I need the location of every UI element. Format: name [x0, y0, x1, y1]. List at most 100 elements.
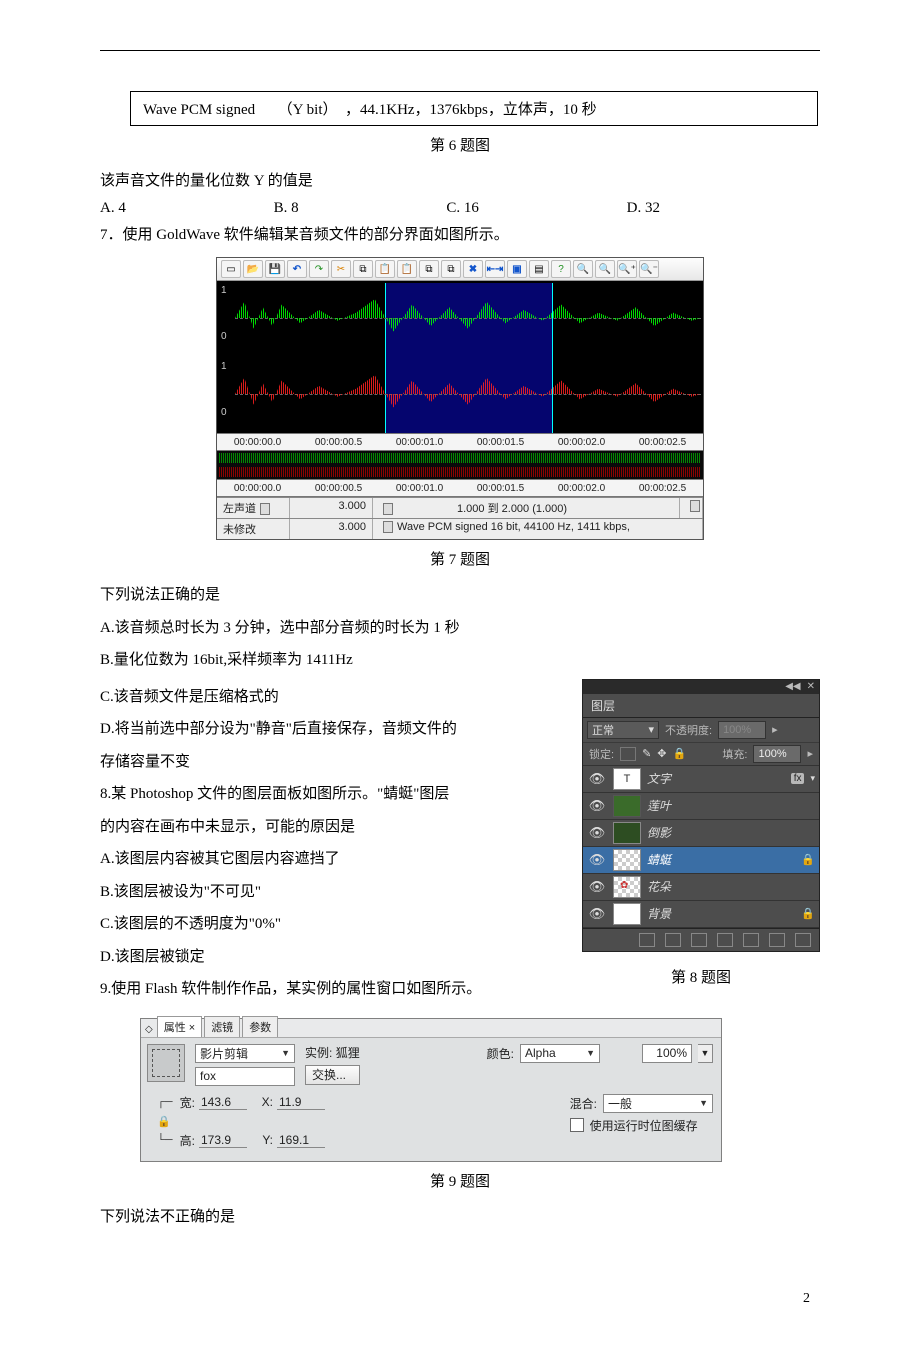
new-file-icon[interactable]: ▭: [221, 260, 241, 278]
fill-dd-icon[interactable]: ▸: [807, 747, 813, 760]
group-icon[interactable]: [743, 933, 759, 947]
panel-collapse-bar[interactable]: ◀◀ ✕: [583, 680, 819, 694]
zoom-out-icon[interactable]: 🔍⁻: [639, 260, 659, 278]
resize-handle-icon[interactable]: [690, 500, 700, 512]
layer-mask-icon[interactable]: [691, 933, 707, 947]
tab-filters[interactable]: 滤镜: [204, 1016, 240, 1037]
cache-bitmap-checkbox[interactable]: [570, 1118, 584, 1132]
visibility-eye-icon[interactable]: 👁: [587, 879, 607, 895]
link-layers-icon[interactable]: [639, 933, 655, 947]
q6-stem: 该声音文件的量化位数 Y 的值是: [100, 167, 820, 196]
replace-icon[interactable]: ⧉: [441, 260, 461, 278]
resize-handle-icon[interactable]: [383, 521, 393, 533]
set-marker-icon[interactable]: ▤: [529, 260, 549, 278]
time-ruler-main: 00:00:00.0 00:00:00.5 00:00:01.0 00:00:0…: [217, 433, 703, 451]
layers-tab[interactable]: 图层: [583, 694, 819, 718]
q7-opt-d-line2: 存储容量不变: [100, 748, 566, 777]
select-all-icon[interactable]: ▣: [507, 260, 527, 278]
copy-icon[interactable]: ⧉: [353, 260, 373, 278]
tab-properties[interactable]: 属性 ×: [157, 1016, 202, 1037]
q9-stem: 下列说法不正确的是: [100, 1203, 820, 1232]
top-rule: [100, 50, 820, 51]
new-layer-icon[interactable]: [769, 933, 785, 947]
layer-flower[interactable]: 👁 花朵: [583, 874, 819, 901]
left-channel: 1 0: [217, 283, 703, 353]
ruler2-t0: 00:00:00.0: [234, 483, 281, 494]
fx-badge[interactable]: fx: [791, 773, 805, 784]
waveform-area[interactable]: 1 0 1 0: [217, 281, 703, 433]
resize-handle-icon[interactable]: [260, 503, 270, 515]
fill-label: 填充:: [722, 746, 747, 762]
paste-new-icon[interactable]: 📋: [397, 260, 417, 278]
redo-icon[interactable]: ↷: [309, 260, 329, 278]
layer-name: 花朵: [647, 878, 815, 895]
q6-opt-a: A. 4: [100, 200, 126, 217]
zoom-1to1-icon[interactable]: 🔍: [573, 260, 593, 278]
blend-mode-select[interactable]: 一般▼: [603, 1094, 713, 1113]
resize-handle-icon[interactable]: [383, 503, 393, 515]
q6-opt-d: D. 32: [627, 200, 660, 217]
visibility-eye-icon[interactable]: 👁: [587, 771, 607, 787]
fill-value[interactable]: 100%: [753, 745, 801, 763]
right-channel: 1 0: [217, 359, 703, 429]
layer-dragonfly[interactable]: 👁 蜻蜓 🔒: [583, 847, 819, 874]
opacity-dd-icon[interactable]: ▸: [772, 723, 778, 736]
layer-text[interactable]: 👁 T 文字 fx▾: [583, 766, 819, 793]
close-icon[interactable]: ✕: [807, 681, 815, 692]
visibility-eye-icon[interactable]: 👁: [587, 906, 607, 922]
undo-icon[interactable]: ↶: [287, 260, 307, 278]
mix-icon[interactable]: ⧉: [419, 260, 439, 278]
lock-icon: 🔒: [801, 907, 815, 920]
cut-icon[interactable]: ✂: [331, 260, 351, 278]
help-icon[interactable]: ?: [551, 260, 571, 278]
layer-reflection[interactable]: 👁 倒影: [583, 820, 819, 847]
lock-position-icon[interactable]: ✥: [657, 747, 666, 760]
trim-icon[interactable]: ⇤⇥: [485, 260, 505, 278]
visibility-eye-icon[interactable]: 👁: [587, 798, 607, 814]
blend-mode-select[interactable]: 正常▾: [587, 721, 659, 739]
collapse-icon[interactable]: ◀◀: [785, 681, 800, 692]
zoom-all-icon[interactable]: 🔍: [595, 260, 615, 278]
lock-all-icon[interactable]: 🔒: [673, 747, 687, 760]
instance-name-input[interactable]: fox: [195, 1067, 295, 1086]
instance-label: 实例:: [305, 1046, 332, 1060]
paste-icon[interactable]: 📋: [375, 260, 395, 278]
ruler2-t3: 00:00:01.5: [477, 483, 524, 494]
overview-strip[interactable]: [217, 451, 703, 479]
q7-opt-b: B.量化位数为 16bit,采样频率为 1411Hz: [100, 646, 820, 675]
tab-params[interactable]: 参数: [242, 1016, 278, 1037]
alpha-percent-input[interactable]: 100%: [642, 1044, 692, 1063]
x-value[interactable]: 11.9: [277, 1095, 325, 1110]
layer-lotus-leaf[interactable]: 👁 莲叶: [583, 793, 819, 820]
layer-background[interactable]: 👁 背景 🔒: [583, 901, 819, 928]
lock-transparent-icon[interactable]: [620, 747, 636, 761]
zoom-in-icon[interactable]: 🔍⁺: [617, 260, 637, 278]
adjustment-layer-icon[interactable]: [717, 933, 733, 947]
goldwave-window: ▭ 📂 💾 ↶ ↷ ✂ ⧉ 📋 📋 ⧉ ⧉ ✖ ⇤⇥ ▣ ▤ ? 🔍 🔍 🔍⁺ …: [216, 257, 704, 540]
instance-type-select[interactable]: 影片剪辑▼: [195, 1044, 295, 1063]
opacity-value[interactable]: 100%: [718, 721, 766, 739]
q8-opt-d: D.该图层被锁定: [100, 943, 566, 972]
lock-pixels-icon[interactable]: ✎: [642, 747, 651, 760]
visibility-eye-icon[interactable]: 👁: [587, 825, 607, 841]
open-file-icon[interactable]: 📂: [243, 260, 263, 278]
layer-style-icon[interactable]: [665, 933, 681, 947]
flyout-icon[interactable]: ◇: [145, 1024, 153, 1035]
status-channel-label: 左声道: [217, 498, 290, 518]
swap-button[interactable]: 交换...: [305, 1065, 360, 1085]
width-value[interactable]: 143.6: [199, 1095, 247, 1110]
q8-intro-line1: 8.某 Photoshop 文件的图层面板如图所示。"蜻蜓"图层: [100, 780, 566, 809]
delete-icon[interactable]: ✖: [463, 260, 483, 278]
delete-layer-icon[interactable]: [795, 933, 811, 947]
alpha-dd-icon[interactable]: ▼: [698, 1044, 713, 1063]
y-value[interactable]: 169.1: [277, 1133, 325, 1148]
visibility-eye-icon[interactable]: 👁: [587, 852, 607, 868]
save-icon[interactable]: 💾: [265, 260, 285, 278]
axis-1: 1: [221, 285, 227, 296]
height-value[interactable]: 173.9: [199, 1133, 247, 1148]
chevron-down-icon: ▼: [699, 1098, 708, 1108]
q6-options: A. 4 B. 8 C. 16 D. 32: [100, 200, 660, 217]
color-effect-select[interactable]: Alpha▼: [520, 1044, 600, 1063]
status-selection: 1.000 到 2.000 (1.000): [373, 498, 680, 518]
link-wh-lock-icon[interactable]: 🔒: [157, 1115, 169, 1128]
